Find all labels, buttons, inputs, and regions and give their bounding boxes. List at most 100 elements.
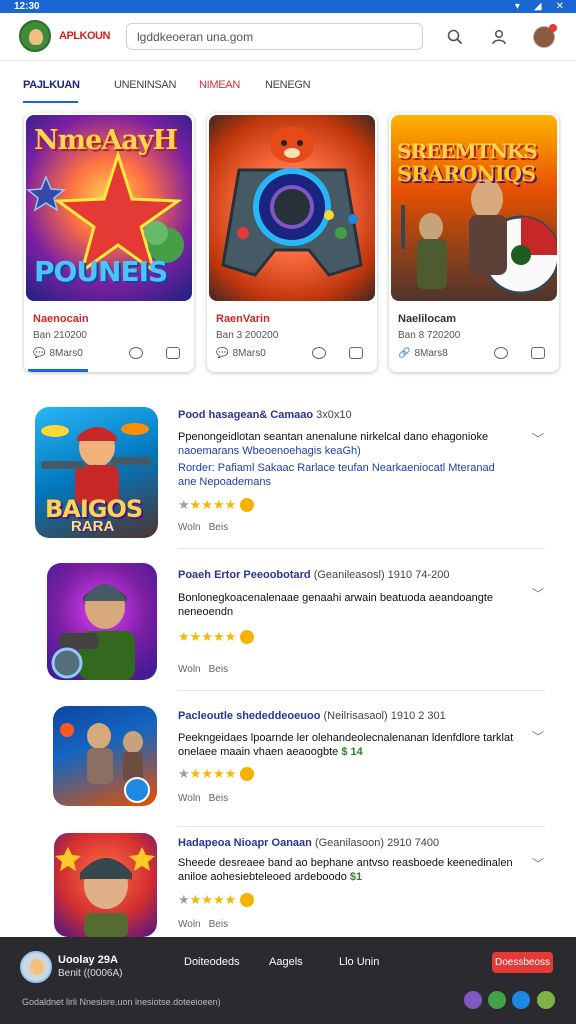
item-title-text: Pacleoutle shededdeoeuoo xyxy=(178,710,321,722)
desc-line: Rorder: Pafiaml Sakaac Rarlace teufan Ne… xyxy=(178,462,495,474)
card-progress-bar xyxy=(28,369,88,372)
user-avatar[interactable] xyxy=(533,24,557,48)
list-item[interactable]: BAIGOS RARA Pood hasagean& Camaao 3x0x10… xyxy=(0,400,576,545)
rating-info: Woln Beis xyxy=(178,522,228,533)
art-title: NmeAayH xyxy=(34,125,178,156)
bottom-link-unin[interactable]: Llo Unin xyxy=(339,956,379,968)
card-title: Naelilocam xyxy=(398,313,457,325)
rating-info: Woln Beis xyxy=(178,919,228,930)
list-divider xyxy=(178,690,545,691)
app-name: APLKOUN xyxy=(59,30,110,42)
rating-info: Woln Beis xyxy=(178,664,228,675)
social-icon[interactable] xyxy=(512,991,530,1009)
bottom-link-downloads[interactable]: Doiteodeds xyxy=(184,956,240,968)
screen-icon[interactable] xyxy=(166,347,180,359)
item-description: Bonlonegkoacenalenaae genaahi arwain bea… xyxy=(178,591,528,619)
app-logo[interactable] xyxy=(19,20,51,52)
timer-icon[interactable] xyxy=(494,347,508,359)
chat-icon: 💬 xyxy=(33,348,46,359)
star-empty-icon: ★ xyxy=(178,497,190,512)
item-description: Ppenongeidlotan seantan anenalune nirkel… xyxy=(178,430,528,489)
bottom-username: Uoolay 29A xyxy=(58,954,118,966)
social-icon[interactable] xyxy=(464,991,482,1009)
tab-nenegn[interactable]: NENEGN xyxy=(265,79,311,91)
desc-line: Sheede desreaee band ao bephane antvso r… xyxy=(178,857,513,869)
desc-line: naoemarans Wbeoenoehagis keaGh) xyxy=(178,445,361,457)
search-box[interactable] xyxy=(126,23,423,50)
chevron-down-icon[interactable]: ﹀ xyxy=(532,855,544,872)
timer-icon[interactable] xyxy=(129,347,143,359)
tab-uneninsan[interactable]: UNENINSAN xyxy=(114,79,176,91)
featured-card[interactable]: SREEMTNKS SRARONIQS Naelilocam Ban 8 720… xyxy=(389,113,559,372)
desc-line: ane Nepoademans xyxy=(178,476,271,488)
desc-line: Bonlonegkoacenalenaae genaahi arwain bea… xyxy=(178,592,493,604)
item-title[interactable]: Hadapeoa Nioapr Oanaan (Geanilasoon) 291… xyxy=(178,837,439,849)
rating-count: Beis xyxy=(208,522,229,533)
screen-icon[interactable] xyxy=(531,347,545,359)
bottom-bar: Uoolay 29A Benit ((0006A) Doiteodeds Aag… xyxy=(0,937,576,1024)
list-item[interactable]: Pacleoutle shededdeoeuoo (Neilrisasaol) … xyxy=(0,696,576,826)
star-rating: ★ ★★★★ xyxy=(178,766,255,782)
art-subtitle: SRARONIQS xyxy=(397,161,536,186)
social-icon[interactable] xyxy=(537,991,555,1009)
card-subtitle: Ban 3 200200 xyxy=(216,330,279,341)
item-title[interactable]: Poaeh Ertor Peeoobotard (Geanileasosl) 1… xyxy=(178,569,449,581)
status-bar: 12:30 ▾ ◢ ✕ xyxy=(0,0,576,13)
star-full-icon: ★★★★ xyxy=(189,766,237,781)
item-title-extra: 3x0x10 xyxy=(316,409,352,421)
card-meta-text: 8Mars8 xyxy=(414,348,448,359)
social-icon[interactable] xyxy=(488,991,506,1009)
desc-line: neneoendn xyxy=(178,606,234,618)
wifi-icon: ◢ xyxy=(533,1,542,12)
item-title-extra: (Geanileasosl) 1910 74-200 xyxy=(313,569,450,581)
rating-count: Beis xyxy=(208,793,229,804)
item-title[interactable]: Pacleoutle shededdeoeuoo (Neilrisasaol) … xyxy=(178,710,446,722)
desc-line: onelaee maain vhaen aeaoogbte $ 14 xyxy=(178,745,528,759)
star-empty-icon: ★ xyxy=(178,892,190,907)
game-art: NmeAayH POUNEIS xyxy=(26,115,192,301)
emoji-icon xyxy=(240,767,255,781)
bottom-link-agents[interactable]: Aagels xyxy=(269,956,303,968)
notification-dot xyxy=(549,24,557,32)
category-tabs: PAJLKUAN UNENINSAN NIMEAN NENEGN xyxy=(0,72,576,106)
top-app-bar: APLKOUN xyxy=(0,13,576,61)
item-title-text: Pood hasagean& Camaao xyxy=(178,409,314,421)
game-art xyxy=(209,115,375,301)
game-thumbnail xyxy=(53,706,157,806)
item-description: Peekngeidaes lpoarnde ler olehandeolecna… xyxy=(178,731,528,759)
card-meta-text: 8Mars0 xyxy=(232,348,266,359)
active-tab-indicator xyxy=(23,101,78,103)
game-thumbnail xyxy=(47,563,157,680)
chevron-down-icon[interactable]: ﹀ xyxy=(532,728,544,745)
screen-icon[interactable] xyxy=(349,347,363,359)
price-label: $ 14 xyxy=(341,746,363,758)
bottom-footer-text: Godaldnet lirli Nnesisre.uon lnesiotse.d… xyxy=(22,997,221,1007)
timer-icon[interactable] xyxy=(312,347,326,359)
tab-pajlkuan[interactable]: PAJLKUAN xyxy=(23,79,80,91)
list-item[interactable]: Hadapeoa Nioapr Oanaan (Geanilasoon) 291… xyxy=(0,829,576,937)
star-rating: ★ ★★★★ xyxy=(178,497,255,513)
item-title-text: Poaeh Ertor Peeoobotard xyxy=(178,569,311,581)
card-meta: 💬 8Mars0 xyxy=(216,348,266,359)
link-icon: 🔗 xyxy=(398,348,411,359)
card-subtitle: Ban 210200 xyxy=(33,330,87,341)
bottom-action-button[interactable]: Doessbeoss xyxy=(492,952,553,973)
chevron-down-icon[interactable]: ﹀ xyxy=(532,430,544,447)
rating-count: Beis xyxy=(208,664,229,675)
tab-nimean[interactable]: NIMEAN xyxy=(199,79,240,91)
featured-card[interactable]: NmeAayH POUNEIS Naenocain Ban 210200 💬 8… xyxy=(24,113,194,372)
chevron-down-icon[interactable]: ﹀ xyxy=(532,585,544,602)
user-avatar[interactable] xyxy=(20,951,52,983)
star-empty-icon: ★ xyxy=(178,766,190,781)
item-title[interactable]: Pood hasagean& Camaao 3x0x10 xyxy=(178,409,352,421)
rating-info: Woln Beis xyxy=(178,793,228,804)
profile-icon[interactable] xyxy=(489,27,509,47)
emoji-icon xyxy=(240,630,255,644)
search-input[interactable] xyxy=(127,24,422,49)
desc-line-text: onelaee maain vhaen aeaoogbte xyxy=(178,746,339,758)
list-item[interactable]: Poaeh Ertor Peeoobotard (Geanileasosl) 1… xyxy=(0,555,576,690)
featured-card[interactable]: RaenVarin Ban 3 200200 💬 8Mars0 xyxy=(207,113,377,372)
card-meta-text: 8Mars0 xyxy=(49,348,83,359)
bottom-user-subtitle: Benit ((0006A) xyxy=(58,968,123,979)
search-icon[interactable] xyxy=(445,27,465,47)
